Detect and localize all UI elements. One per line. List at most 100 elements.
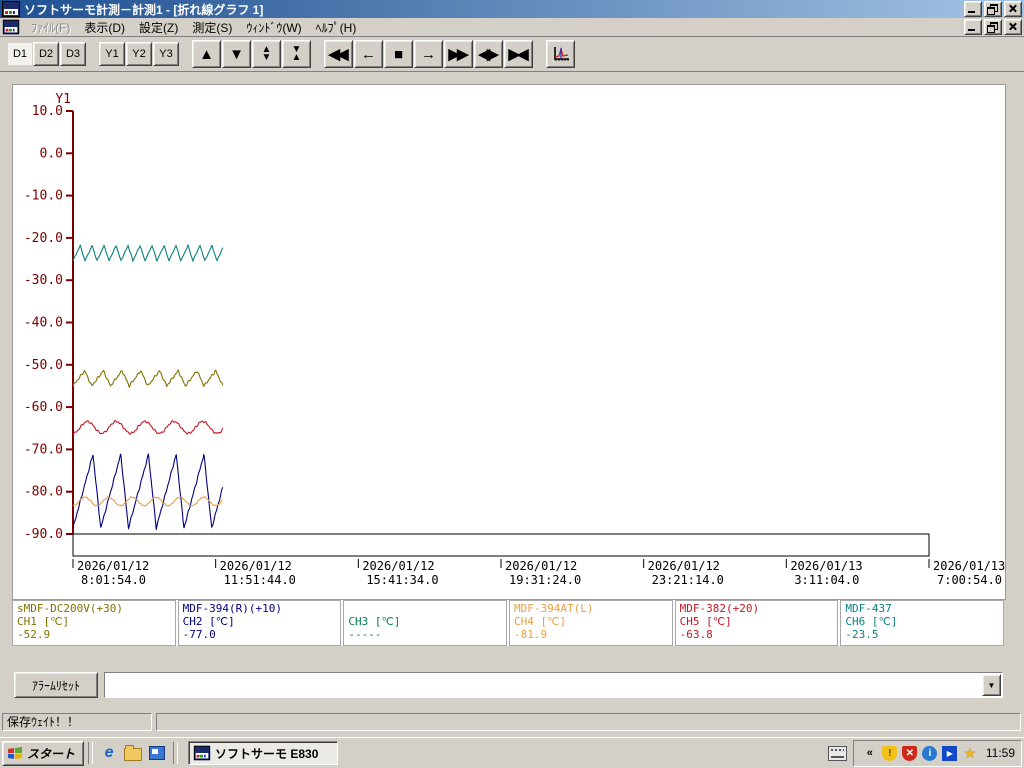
channel-label: CH3 [℃]	[348, 615, 401, 628]
mdi-minimize-button[interactable]	[964, 19, 982, 35]
hide-tray-icons-button[interactable]: «	[862, 745, 878, 761]
x-tick-time: 8:01:54.0	[81, 573, 146, 587]
y-tick-label: 10.0	[32, 104, 63, 119]
compress-y-button[interactable]: ▼ ▲	[282, 40, 311, 68]
status-panel-2	[156, 713, 1021, 731]
mdi-restore-button[interactable]	[984, 19, 1002, 35]
minimize-button[interactable]	[964, 1, 982, 17]
show-desktop-icon[interactable]	[147, 743, 167, 763]
toolbar-separator	[87, 54, 99, 55]
legend-cell-ch6[interactable]: MDF-437 CH6 [℃] -23.5	[840, 600, 1004, 646]
d2-button[interactable]: D2	[33, 42, 59, 66]
alarm-reset-button[interactable]: ｱﾗｰﾑﾘｾｯﾄ	[14, 672, 98, 698]
media-play-icon[interactable]: ▶	[942, 745, 958, 761]
chart-panel: Y1 10.0 0.0 -10.0 -20.0 -30.0 -40.0 -50.0 -60.0-…	[12, 84, 1006, 600]
fast-forward-button[interactable]: ▶▶	[444, 40, 473, 68]
legend-cell-ch3[interactable]: CH3 [℃] -----	[343, 600, 507, 646]
series-ch6	[72, 243, 224, 263]
channel-label: CH5 [℃]	[679, 615, 732, 628]
legend-cell-ch4[interactable]: MDF-394AT(L) CH4 [℃] -81.9	[509, 600, 673, 646]
channel-value: -63.8	[679, 628, 713, 641]
step-right-button[interactable]: →	[414, 40, 443, 68]
legend-cell-ch5[interactable]: MDF-382(+20) CH5 [℃] -63.8	[674, 600, 839, 646]
graph-icon	[553, 46, 569, 61]
security-warning-shield-icon[interactable]: !	[882, 745, 898, 761]
channel-label: CH2 [℃]	[182, 615, 235, 628]
taskbar-divider	[88, 742, 94, 764]
fast-rewind-button[interactable]: ◀◀	[324, 40, 353, 68]
x-tick-time: 11:51:44.0	[224, 573, 296, 587]
menu-view[interactable]: 表示(D)	[77, 17, 132, 38]
favorites-star-icon[interactable]: ★	[964, 745, 977, 762]
tray-clock[interactable]: 11:59	[986, 746, 1015, 760]
channel-name: MDF-394AT(L)	[514, 602, 594, 615]
start-button[interactable]: スタート	[2, 740, 85, 766]
expand-x-button[interactable]: ◀▶	[474, 40, 503, 68]
series-ch5	[72, 420, 224, 435]
menu-measure[interactable]: 測定(S)	[185, 17, 239, 38]
x-tick-time: 19:31:24.0	[509, 573, 581, 587]
y3-button[interactable]: Y3	[153, 42, 179, 66]
x-tick-date: 2026/01/12	[648, 559, 720, 573]
x-tick-time: 3:11:04.0	[794, 573, 859, 587]
channel-value: -77.0	[182, 628, 216, 641]
folder-icon[interactable]	[123, 743, 143, 763]
mdi-child-icon[interactable]	[2, 19, 20, 35]
menu-help[interactable]: ﾍﾙﾌﾟ(H)	[309, 17, 364, 38]
y-tick-label: -70.0	[24, 442, 63, 457]
menu-window[interactable]: ｳｨﾝﾄﾞｳ(W)	[239, 17, 308, 38]
d1-button[interactable]: D1	[8, 43, 32, 65]
channel-value: -52.9	[17, 628, 51, 641]
x-tick-time: 7:00:54.0	[937, 573, 1002, 587]
system-tray: « ! ✕ i ▶ ★ 11:59	[852, 739, 1022, 767]
scroll-up-button[interactable]: ▲	[192, 40, 221, 68]
y-tick-label: -10.0	[24, 189, 63, 204]
toolbar-separator	[534, 54, 546, 55]
compress-x-button[interactable]: ▶◀	[504, 40, 533, 68]
menu-bar: ﾌｧｲﾙ(F) 表示(D) 設定(Z) 測定(S) ｳｨﾝﾄﾞｳ(W) ﾍﾙﾌﾟ(H)	[0, 18, 1024, 37]
mdi-close-button[interactable]	[1004, 19, 1022, 35]
x-tick-date: 2026/01/12	[362, 559, 434, 573]
channel-name: sMDF-DC200V(+30)	[17, 602, 123, 615]
y-tick-label: -60.0	[24, 400, 63, 415]
expand-y-button[interactable]: ▲ ▼	[252, 40, 281, 68]
y1-button[interactable]: Y1	[99, 42, 125, 66]
legend-cell-ch1[interactable]: sMDF-DC200V(+30) CH1 [℃] -52.9	[12, 600, 176, 646]
x-tick-time: 23:21:14.0	[652, 573, 724, 587]
step-left-button[interactable]: ←	[354, 40, 383, 68]
alarm-combobox[interactable]: ▼	[104, 672, 1003, 698]
combobox-dropdown-button[interactable]: ▼	[982, 674, 1001, 696]
taskbar-divider-2	[173, 742, 179, 764]
keyboard-ime-icon[interactable]	[827, 745, 847, 761]
taskbar-task-button[interactable]: ソフトサーモ E830	[188, 741, 339, 765]
toolbar-separator	[180, 54, 192, 55]
menu-file[interactable]: ﾌｧｲﾙ(F)	[24, 17, 77, 38]
time-axis-box	[72, 533, 930, 557]
y-tick-label: -80.0	[24, 485, 63, 500]
internet-explorer-icon[interactable]: e	[99, 743, 119, 763]
stop-button[interactable]: ■	[384, 40, 413, 68]
d3-button[interactable]: D3	[60, 42, 86, 66]
taskbar: スタート e ソフトサーモ E830 « ! ✕ i ▶ ★ 11:59	[0, 737, 1024, 768]
info-balloon-icon[interactable]: i	[922, 745, 938, 761]
app-icon	[2, 1, 20, 17]
channel-label: CH6 [℃]	[845, 615, 898, 628]
channel-value: -81.9	[514, 628, 548, 641]
windows-logo-icon	[8, 747, 22, 759]
menu-settings[interactable]: 設定(Z)	[132, 17, 185, 38]
window-title: ソフトサーモ計測－計測1 - [折れ線グラフ 1]	[24, 2, 264, 17]
restore-button[interactable]	[984, 1, 1002, 17]
task-app-icon	[193, 745, 211, 761]
x-tick-date: 2026/01/12	[505, 559, 577, 573]
y2-button[interactable]: Y2	[126, 42, 152, 66]
scroll-down-button[interactable]: ▼	[222, 40, 251, 68]
alarm-row: ｱﾗｰﾑﾘｾｯﾄ ▼	[0, 672, 1024, 702]
close-button[interactable]	[1004, 1, 1022, 17]
status-bar: 保存ｳｪｲﾄ！！	[0, 710, 1024, 734]
security-alert-shield-icon[interactable]: ✕	[902, 745, 918, 761]
channel-name	[348, 602, 506, 615]
x-tick-date: 2026/01/12	[220, 559, 292, 573]
series-ch4	[72, 496, 223, 507]
legend-cell-ch2[interactable]: MDF-394(R)(+10) CH2 [℃] -77.0	[177, 600, 342, 646]
graph-settings-button[interactable]	[546, 40, 575, 68]
